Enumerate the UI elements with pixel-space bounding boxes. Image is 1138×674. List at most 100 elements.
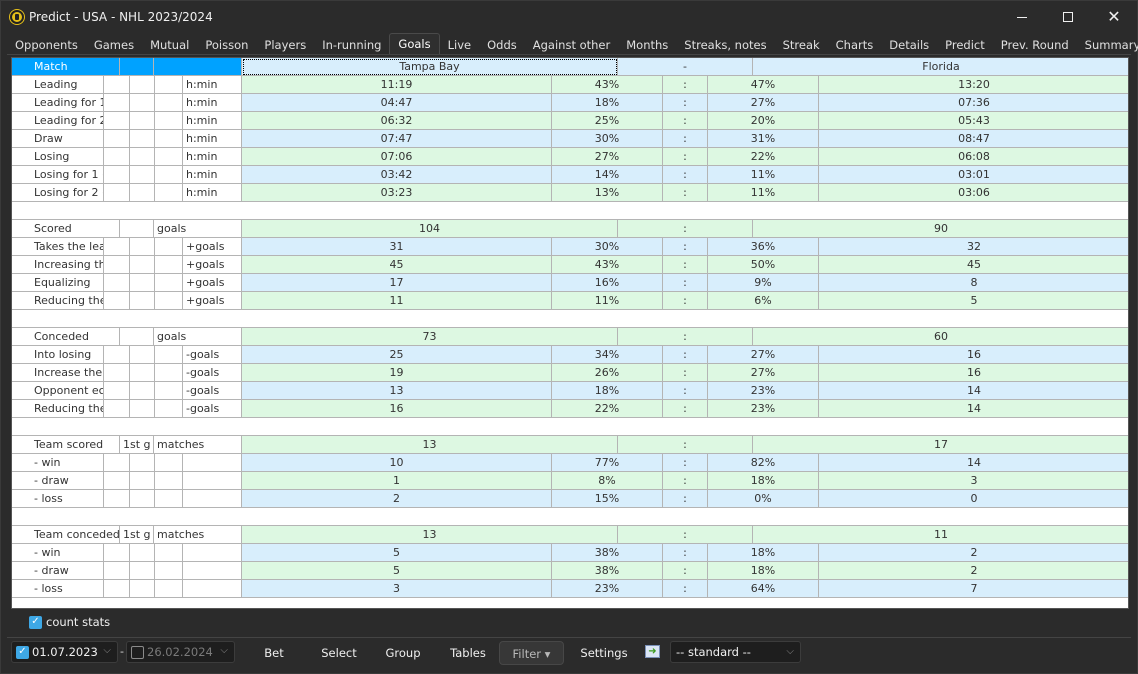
tab-poisson[interactable]: Poisson xyxy=(197,35,256,55)
tab-prev-round[interactable]: Prev. Round xyxy=(993,35,1077,55)
stat-row[interactable]: Leading h:min 11:19 43%:47% 13:20 xyxy=(12,76,1128,94)
date-to-picker[interactable]: 26.02.2024 ⌵ xyxy=(126,641,235,663)
section-header-row[interactable]: Team scored 1st g matches 13:17 xyxy=(12,436,1128,454)
tab-mutual[interactable]: Mutual xyxy=(142,35,197,55)
away-value: 13:20 xyxy=(819,76,1128,94)
tab-goals[interactable]: Goals xyxy=(389,33,440,55)
stat-unit xyxy=(183,490,242,508)
maximize-button[interactable] xyxy=(1045,1,1091,33)
header-col-3[interactable] xyxy=(154,58,242,76)
select-button[interactable]: Select xyxy=(314,641,364,665)
home-percent: 18% xyxy=(552,382,663,400)
stat-row[interactable]: Leading for 1 h:min 04:47 18%:27% 07:36 xyxy=(12,94,1128,112)
preset-select[interactable]: -- standard -- ⌵ xyxy=(670,641,801,663)
chevron-down-icon[interactable]: ⌵ xyxy=(786,642,794,662)
stat-row[interactable]: Reducing the -goals 16 22%:23% 14 xyxy=(12,400,1128,418)
chevron-down-icon[interactable]: ⌵ xyxy=(220,645,228,656)
home-team-header[interactable]: Tampa Bay xyxy=(242,58,618,76)
tab-charts[interactable]: Charts xyxy=(828,35,882,55)
stat-row[interactable]: Opponent ec -goals 13 18%:23% 14 xyxy=(12,382,1128,400)
tab-in-running[interactable]: In-running xyxy=(314,35,389,55)
stat-row[interactable]: - draw 5 38%:18% 2 xyxy=(12,562,1128,580)
value-separator: : xyxy=(663,580,708,598)
home-percent: 23% xyxy=(552,580,663,598)
filter-dropdown-button[interactable]: Filter ▾ xyxy=(499,641,564,665)
stat-label: Reducing the xyxy=(12,400,104,418)
away-percent: 82% xyxy=(708,454,819,472)
value-separator: : xyxy=(663,94,708,112)
stat-row[interactable]: Draw h:min 07:47 30%:31% 08:47 xyxy=(12,130,1128,148)
stat-row[interactable]: - loss 2 15%:0% 0 xyxy=(12,490,1128,508)
grid-header-row[interactable]: Match Tampa Bay - Florida xyxy=(12,58,1128,76)
bet-button[interactable]: Bet xyxy=(249,641,299,665)
tab-streak[interactable]: Streak xyxy=(775,35,828,55)
stat-row[interactable]: Increasing th +goals 45 43%:50% 45 xyxy=(12,256,1128,274)
stat-row[interactable]: Equalizing +goals 17 16%:9% 8 xyxy=(12,274,1128,292)
away-value: 2 xyxy=(819,544,1128,562)
stat-row[interactable]: Losing for 1 (h:min 03:42 14%:11% 03:01 xyxy=(12,166,1128,184)
tab-odds[interactable]: Odds xyxy=(479,35,525,55)
section-spacer xyxy=(12,508,1128,526)
tab-streaks-notes[interactable]: Streaks, notes xyxy=(676,35,774,55)
stat-row[interactable]: Losing for 2 (h:min 03:23 13%:11% 03:06 xyxy=(12,184,1128,202)
close-button[interactable]: ✕ xyxy=(1091,1,1137,33)
home-value: 2 xyxy=(242,490,552,508)
tab-against-other[interactable]: Against other xyxy=(525,35,619,55)
empty-cell xyxy=(130,76,155,94)
away-value: 5 xyxy=(819,292,1128,310)
tab-players[interactable]: Players xyxy=(256,35,314,55)
date-to-checkbox[interactable] xyxy=(131,645,144,659)
maximize-icon xyxy=(1063,12,1073,22)
stat-row[interactable]: Takes the lea +goals 31 30%:36% 32 xyxy=(12,238,1128,256)
section-label: Scored xyxy=(12,220,120,238)
total-separator: : xyxy=(618,220,753,238)
away-percent: 47% xyxy=(708,76,819,94)
stat-row[interactable]: - win 10 77%:82% 14 xyxy=(12,454,1128,472)
count-stats-checkbox[interactable]: ✓ count stats xyxy=(29,615,110,629)
apply-arrow-icon[interactable]: ➜ xyxy=(645,645,660,658)
away-percent: 64% xyxy=(708,580,819,598)
home-percent: 11% xyxy=(552,292,663,310)
goals-stats-grid[interactable]: Match Tampa Bay - Florida Leading h:min 11:19 4… xyxy=(11,57,1129,609)
stat-row[interactable]: Leading for 2 h:min 06:32 25%:20% 05:43 xyxy=(12,112,1128,130)
section-header-row[interactable]: Team conceded 1st g matches 13:11 xyxy=(12,526,1128,544)
tab-details[interactable]: Details xyxy=(881,35,937,55)
group-button[interactable]: Group xyxy=(378,641,428,665)
tables-button[interactable]: Tables xyxy=(443,641,493,665)
settings-button[interactable]: Settings xyxy=(569,641,639,665)
section-header-row[interactable]: Scored goals 104:90 xyxy=(12,220,1128,238)
stat-unit: +goals xyxy=(183,274,242,292)
tab-months[interactable]: Months xyxy=(618,35,676,55)
checkbox-checked-icon[interactable]: ✓ xyxy=(29,615,42,629)
tab-games[interactable]: Games xyxy=(86,35,142,55)
header-col-2[interactable] xyxy=(120,58,154,76)
stat-row[interactable]: - win 5 38%:18% 2 xyxy=(12,544,1128,562)
stat-unit xyxy=(183,580,242,598)
stat-row[interactable]: Losing h:min 07:06 27%:22% 06:08 xyxy=(12,148,1128,166)
section-unit: matches xyxy=(154,526,242,544)
away-percent: 18% xyxy=(708,544,819,562)
away-team-header[interactable]: Florida xyxy=(753,58,1128,76)
tab-predict[interactable]: Predict xyxy=(937,35,993,55)
away-value: 0 xyxy=(819,490,1128,508)
tab-live[interactable]: Live xyxy=(440,35,479,55)
away-value: 8 xyxy=(819,274,1128,292)
empty-cell xyxy=(104,544,130,562)
chevron-down-icon[interactable]: ⌵ xyxy=(103,645,111,656)
tab-opponents[interactable]: Opponents xyxy=(7,35,86,55)
minimize-button[interactable] xyxy=(999,1,1045,33)
stat-row[interactable]: - loss 3 23%:64% 7 xyxy=(12,580,1128,598)
tab-summary[interactable]: Summary xyxy=(1077,35,1138,55)
section-header-row[interactable]: Conceded goals 73:60 xyxy=(12,328,1128,346)
stat-row[interactable]: Increase the -goals 19 26%:27% 16 xyxy=(12,364,1128,382)
section-unit: goals xyxy=(154,328,242,346)
home-total: 73 xyxy=(242,328,618,346)
date-from-picker[interactable]: ✓ 01.07.2023 ⌵ xyxy=(11,641,118,663)
stat-row[interactable]: Reducing the +goals 11 11%:6% 5 xyxy=(12,292,1128,310)
stat-label: Opponent ec xyxy=(12,382,104,400)
stat-row[interactable]: Into losing -goals 25 34%:27% 16 xyxy=(12,346,1128,364)
home-value: 17 xyxy=(242,274,552,292)
stat-row[interactable]: - draw 1 8%:18% 3 xyxy=(12,472,1128,490)
date-from-checkbox[interactable]: ✓ xyxy=(16,645,29,659)
match-header[interactable]: Match xyxy=(12,58,120,76)
